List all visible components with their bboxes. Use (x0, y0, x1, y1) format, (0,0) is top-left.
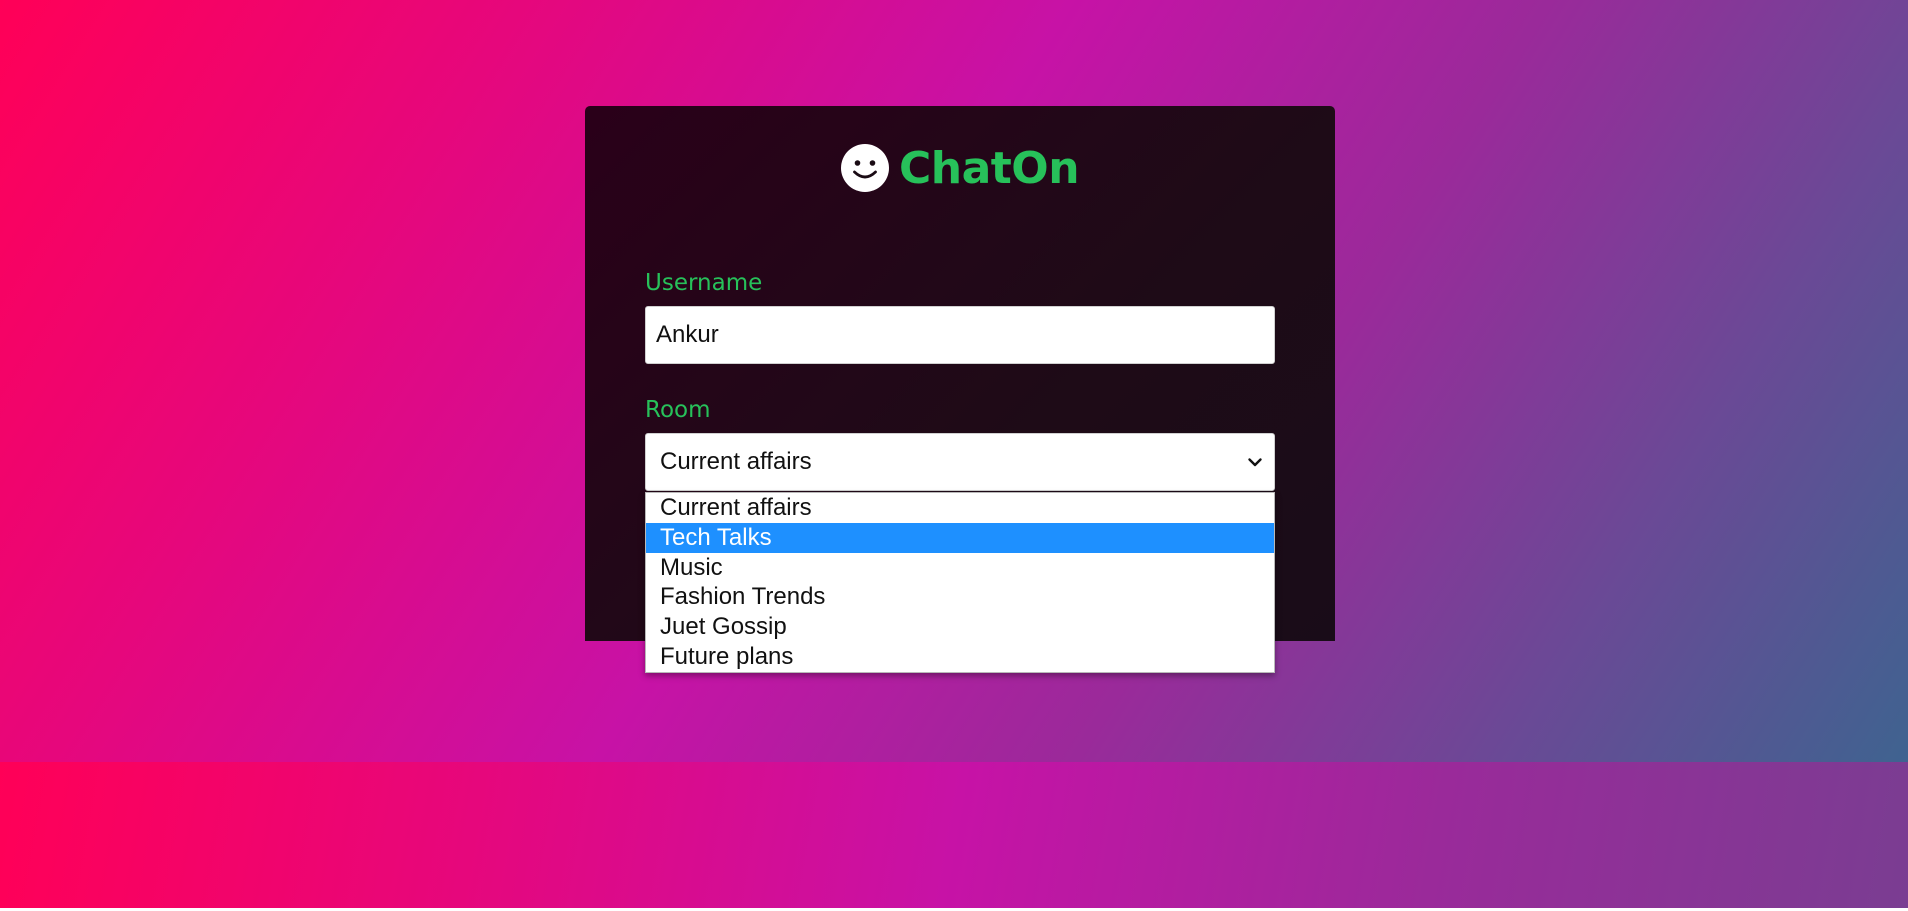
chevron-down-icon (1248, 458, 1262, 467)
room-option[interactable]: Fashion Trends (646, 582, 1274, 612)
room-option[interactable]: Current affairs (646, 493, 1274, 523)
smiley-icon (840, 144, 889, 192)
brand-title: ChatOn (898, 142, 1080, 194)
room-option-highlighted[interactable]: Tech Talks (646, 522, 1274, 553)
room-option[interactable]: Future plans (646, 642, 1274, 672)
brand-header: ChatOn (585, 138, 1335, 198)
room-dropdown-list: Current affairs Tech Talks Music Fashion… (645, 492, 1275, 673)
room-select[interactable]: Current affairs (645, 433, 1275, 491)
username-input[interactable] (645, 306, 1275, 364)
room-select-value: Current affairs (660, 448, 812, 475)
room-option[interactable]: Music (646, 553, 1274, 583)
room-option[interactable]: Juet Gossip (646, 612, 1274, 642)
room-label: Room (645, 397, 711, 423)
username-label: Username (645, 270, 763, 296)
page-background-lower (0, 762, 1908, 908)
